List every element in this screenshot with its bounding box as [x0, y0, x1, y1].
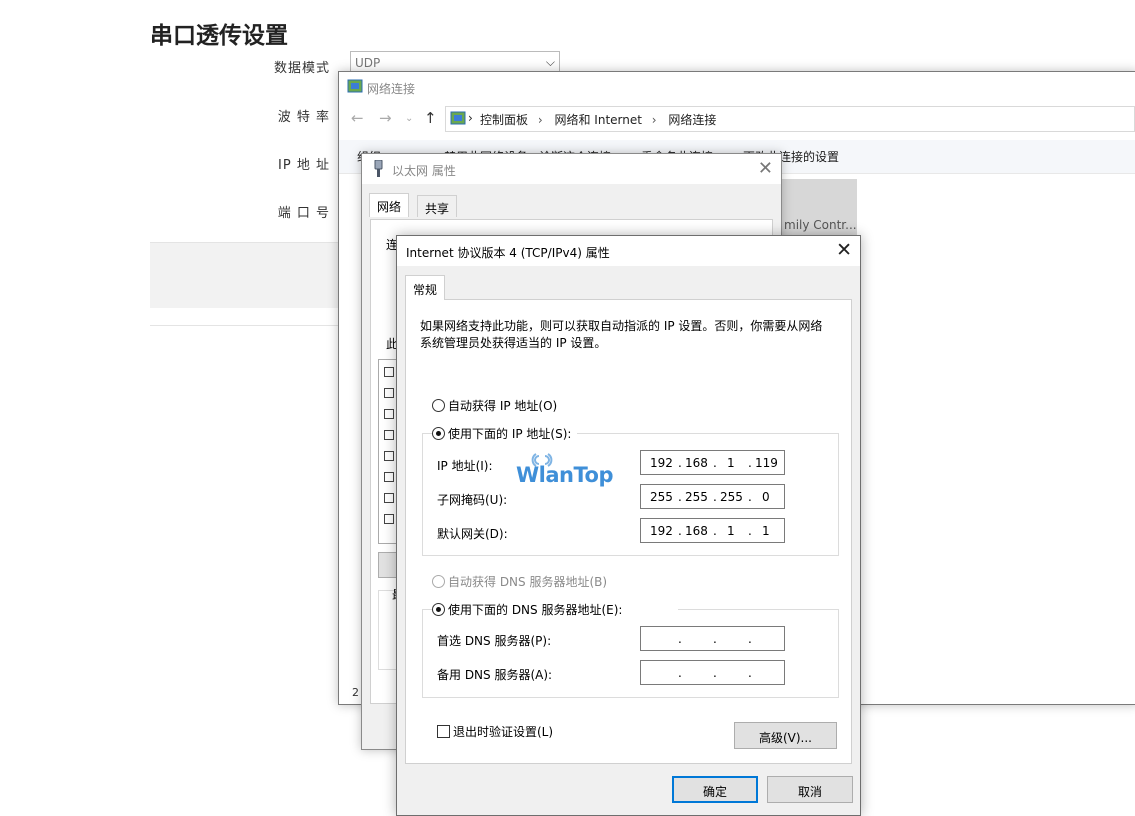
ip-octet: 168: [685, 456, 708, 470]
address-bar[interactable]: › 控制面板 › 网络和 Internet › 网络连接: [445, 106, 1135, 132]
manual-ip-label: 使用下面的 IP 地址(S):: [448, 427, 572, 441]
tab-general[interactable]: 常规: [405, 275, 446, 300]
chevron-down-icon: ⌵: [545, 55, 555, 69]
preferred-dns-label: 首选 DNS 服务器(P):: [437, 634, 552, 648]
gateway-input[interactable]: 192. 168. 1. 1: [640, 518, 785, 543]
ip-octet: 0: [762, 490, 770, 504]
network-folder-icon: [347, 79, 363, 93]
radio-off-icon: [432, 399, 445, 412]
auto-dns-radio[interactable]: 自动获得 DNS 服务器地址(B): [432, 573, 607, 590]
ipv4-dialog-title: Internet 协议版本 4 (TCP/IPv4) 属性: [406, 246, 610, 260]
component-checkbox[interactable]: [384, 451, 394, 461]
tab-sharing[interactable]: 共享: [417, 195, 458, 217]
component-checkbox[interactable]: [384, 514, 394, 524]
ethernet-dialog-titlebar: 以太网 属性 ✕: [362, 154, 781, 184]
manual-ip-radio[interactable]: 使用下面的 IP 地址(S):: [432, 425, 578, 442]
preferred-dns-input[interactable]: ...: [640, 626, 785, 651]
component-checkbox[interactable]: [384, 367, 394, 377]
component-checkbox[interactable]: [384, 430, 394, 440]
data-mode-value: UDP: [355, 56, 381, 70]
forward-arrow-icon[interactable]: →: [379, 109, 392, 127]
manual-dns-radio[interactable]: 使用下面的 DNS 服务器地址(E):: [432, 601, 679, 618]
recent-chevron-icon[interactable]: ⌄: [405, 113, 413, 124]
auto-ip-radio[interactable]: 自动获得 IP 地址(O): [432, 397, 557, 414]
subnet-mask-field-label: 子网掩码(U):: [437, 493, 508, 507]
network-window-title: 网络连接: [367, 82, 416, 96]
control-panel-icon: [450, 111, 466, 125]
component-checkbox[interactable]: [384, 472, 394, 482]
up-arrow-icon[interactable]: ↑: [424, 109, 437, 127]
ip-octet: 168: [685, 524, 708, 538]
tab-network[interactable]: 网络: [369, 193, 410, 217]
auto-ip-label: 自动获得 IP 地址(O): [448, 399, 558, 413]
form-footer-band: [150, 242, 340, 308]
back-arrow-icon[interactable]: ←: [351, 109, 364, 127]
general-tab-panel: 如果网络支持此功能，则可以获取自动指派的 IP 设置。否则，你需要从网络系统管理…: [405, 299, 852, 764]
advanced-button[interactable]: 高级(V)...: [734, 722, 837, 749]
component-checkbox[interactable]: [384, 388, 394, 398]
alternate-dns-input[interactable]: ...: [640, 660, 785, 685]
ip-octet: 255: [650, 490, 673, 504]
subnet-mask-input[interactable]: 255. 255. 255. 0: [640, 484, 785, 509]
ip-octet: 255: [685, 490, 708, 504]
baud-rate-label: 波 特 率: [277, 110, 330, 125]
ok-button[interactable]: 确定: [672, 776, 758, 803]
close-icon[interactable]: ✕: [758, 158, 773, 179]
breadcrumb-chevron-icon: ›: [651, 113, 657, 127]
network-plug-icon: [374, 160, 383, 177]
radio-off-icon: [432, 575, 445, 588]
ip-address-input[interactable]: 192. 168. 1. 119: [640, 450, 785, 475]
ip-address-label: IP 地 址: [278, 158, 330, 173]
manual-dns-label: 使用下面的 DNS 服务器地址(E):: [448, 603, 623, 617]
ethernet-dialog-title: 以太网 属性: [392, 164, 456, 178]
item-count: 2: [352, 686, 359, 699]
alternate-dns-label: 备用 DNS 服务器(A):: [437, 668, 553, 682]
ip-octet: 119: [755, 456, 778, 470]
cancel-button[interactable]: 取消: [767, 776, 853, 803]
close-icon[interactable]: ✕: [836, 239, 852, 261]
port-label: 端 口 号: [277, 206, 330, 221]
data-mode-label: 数据模式: [273, 61, 330, 76]
ip-octet: 1: [727, 456, 735, 470]
radio-on-icon: [432, 427, 445, 440]
page-title: 串口透传设置: [150, 23, 288, 49]
ip-octet: 192: [650, 524, 673, 538]
checkbox-unchecked-icon: [437, 725, 450, 738]
ip-description: 如果网络支持此功能，则可以获取自动指派的 IP 设置。否则，你需要从网络系统管理…: [420, 319, 823, 350]
divider: [150, 325, 340, 326]
breadcrumb-control-panel[interactable]: 控制面板: [480, 113, 528, 127]
breadcrumb-chevron-icon: ›: [537, 113, 543, 127]
component-checkbox[interactable]: [384, 493, 394, 503]
ip-octet: 1: [727, 524, 735, 538]
adapter-description: mily Contr...: [784, 218, 857, 232]
ip-octet: 192: [650, 456, 673, 470]
validate-settings-checkbox[interactable]: 退出时验证设置(L): [437, 723, 553, 740]
ip-address-field-label: IP 地址(I):: [437, 459, 493, 473]
brand-watermark: WlanTop: [516, 463, 613, 487]
breadcrumb-network-connections[interactable]: 网络连接: [668, 113, 716, 127]
ip-octet: 255: [720, 490, 743, 504]
breadcrumb-network-internet[interactable]: 网络和 Internet: [554, 113, 641, 127]
gateway-field-label: 默认网关(D):: [437, 527, 508, 541]
address-row: ← → ⌄ ↑ › 控制面板 › 网络和 Internet › 网络连接: [339, 104, 1135, 134]
ip-octet: 1: [762, 524, 770, 538]
validate-settings-label: 退出时验证设置(L): [453, 725, 554, 739]
network-window-titlebar: 网络连接: [339, 72, 1135, 102]
radio-on-icon: [432, 603, 445, 616]
breadcrumb-chevron-icon: ›: [468, 111, 473, 125]
ipv4-dialog-titlebar: Internet 协议版本 4 (TCP/IPv4) 属性 ✕: [397, 236, 860, 266]
component-checkbox[interactable]: [384, 409, 394, 419]
ipv4-properties-dialog: Internet 协议版本 4 (TCP/IPv4) 属性 ✕ 常规 如果网络支…: [396, 235, 861, 816]
auto-dns-label: 自动获得 DNS 服务器地址(B): [448, 575, 608, 589]
